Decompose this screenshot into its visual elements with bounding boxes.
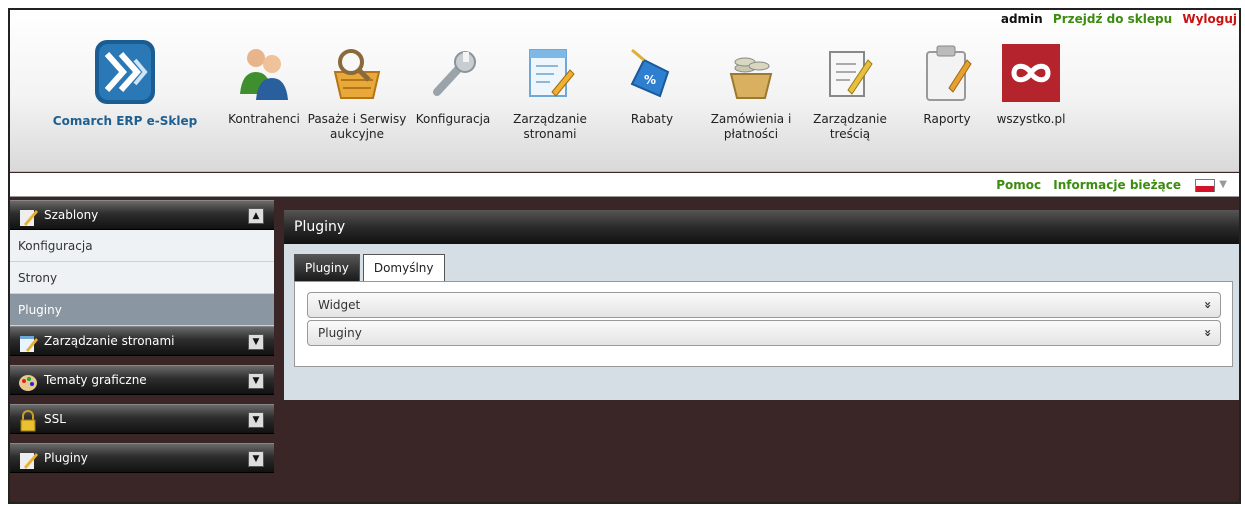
nav-label: Konfiguracja bbox=[415, 112, 491, 126]
clipboard-icon bbox=[919, 42, 975, 104]
expand-toggle-icon[interactable]: ▼ bbox=[248, 451, 264, 467]
info-bar: Pomoc Informacje bieżące ▼ bbox=[10, 173, 1239, 197]
pl-flag-icon[interactable] bbox=[1195, 179, 1215, 192]
news-link[interactable]: Informacje bieżące bbox=[1053, 178, 1181, 192]
logo-caption: Comarch ERP e-Sklep bbox=[52, 114, 198, 128]
document-pencil-icon bbox=[822, 42, 878, 104]
sidebar: Szablony ▲ Konfiguracja Strony Pluginy Z… bbox=[10, 200, 274, 473]
page-edit-icon bbox=[522, 42, 578, 104]
page-title: Pluginy bbox=[284, 210, 1239, 244]
sidebar-section-pluginy[interactable]: Pluginy ▼ bbox=[10, 443, 274, 473]
infinity-logo-icon bbox=[1002, 42, 1060, 104]
tab-pluginy[interactable]: Pluginy bbox=[294, 254, 360, 282]
tab-domyslny[interactable]: Domyślny bbox=[362, 254, 445, 282]
sidebar-section-szablony[interactable]: Szablony ▲ bbox=[10, 200, 274, 230]
comarch-logo-icon bbox=[93, 38, 157, 106]
users-icon bbox=[236, 42, 292, 104]
nav-kontrahenci[interactable]: Kontrahenci bbox=[219, 42, 309, 127]
nav-wszystko[interactable]: wszystko.pl bbox=[988, 42, 1074, 127]
sidebar-item-strony[interactable]: Strony bbox=[10, 262, 274, 294]
top-header: admin Przejdź do sklepu Wyloguj Comarch … bbox=[10, 10, 1239, 172]
expand-toggle-icon[interactable]: ▼ bbox=[248, 412, 264, 428]
main-panel: Pluginy Pluginy Domyślny Widget » Plugin… bbox=[284, 210, 1239, 400]
sidebar-section-zarzadzanie-stronami[interactable]: Zarządzanie stronami ▼ bbox=[10, 326, 274, 356]
nav-zarzadzanie-trescia[interactable]: Zarządzanie treścią bbox=[805, 42, 895, 142]
nav-label: Raporty bbox=[923, 112, 971, 126]
section-title: Tematy graficzne bbox=[44, 373, 147, 387]
info-links: Pomoc Informacje bieżące bbox=[988, 178, 1181, 192]
nav-label: Zarządzanie treścią bbox=[813, 112, 887, 141]
section-title: SSL bbox=[44, 412, 66, 426]
szablony-submenu: Konfiguracja Strony Pluginy bbox=[10, 230, 274, 326]
nav-raporty[interactable]: Raporty bbox=[902, 42, 992, 127]
sidebar-item-pluginy[interactable]: Pluginy bbox=[10, 294, 274, 326]
expand-toggle-icon[interactable]: ▼ bbox=[248, 334, 264, 350]
sidebar-section-ssl[interactable]: SSL ▼ bbox=[10, 404, 274, 434]
wrench-icon bbox=[425, 42, 481, 104]
user-links: admin Przejdź do sklepu Wyloguj bbox=[995, 12, 1237, 26]
nav-label: Kontrahenci bbox=[228, 112, 300, 126]
tab-panel: Widget » Pluginy » bbox=[294, 281, 1233, 367]
logout-link[interactable]: Wyloguj bbox=[1182, 12, 1237, 26]
comarch-logo[interactable]: Comarch ERP e-Sklep bbox=[50, 38, 200, 128]
go-to-store-link[interactable]: Przejdź do sklepu bbox=[1053, 12, 1172, 26]
palette-icon bbox=[18, 371, 38, 393]
accordion-widget[interactable]: Widget » bbox=[307, 292, 1221, 318]
nav-label: Rabaty bbox=[630, 112, 674, 126]
accordion-label: Widget bbox=[318, 298, 361, 312]
svg-text:%: % bbox=[644, 73, 656, 87]
coins-basket-icon bbox=[723, 42, 779, 104]
expand-toggle-icon[interactable]: ▼ bbox=[248, 373, 264, 389]
nav-zarzadzanie-stronami[interactable]: Zarządzanie stronami bbox=[505, 42, 595, 142]
section-title: Pluginy bbox=[44, 451, 88, 465]
sidebar-item-konfiguracja[interactable]: Konfiguracja bbox=[10, 230, 274, 262]
nav-label: wszystko.pl bbox=[996, 112, 1066, 126]
pencil-note-icon bbox=[18, 206, 38, 228]
nav-label: Pasaże i Serwisy aukcyjne bbox=[307, 112, 407, 141]
page-edit-icon bbox=[18, 332, 38, 354]
padlock-icon bbox=[18, 410, 38, 432]
tab-bar: Pluginy Domyślny bbox=[294, 254, 448, 282]
username: admin bbox=[1000, 12, 1043, 26]
shopping-basket-icon bbox=[329, 42, 385, 104]
collapse-toggle-icon[interactable]: ▲ bbox=[248, 208, 264, 224]
double-chevron-down-icon[interactable]: » bbox=[1196, 301, 1220, 309]
help-link[interactable]: Pomoc bbox=[996, 178, 1041, 192]
app-window: admin Przejdź do sklepu Wyloguj Comarch … bbox=[8, 8, 1241, 504]
sidebar-section-tematy-graficzne[interactable]: Tematy graficzne ▼ bbox=[10, 365, 274, 395]
nav-label: Zarządzanie stronami bbox=[513, 112, 587, 141]
nav-konfiguracja[interactable]: Konfiguracja bbox=[408, 42, 498, 127]
nav-rabaty[interactable]: % Rabaty bbox=[607, 42, 697, 127]
nav-label: Zamówienia i płatności bbox=[710, 112, 792, 141]
nav-pasaze[interactable]: Pasaże i Serwisy aukcyjne bbox=[303, 42, 411, 142]
price-tag-icon: % bbox=[624, 42, 680, 104]
section-title: Szablony bbox=[44, 208, 99, 222]
nav-zamowienia[interactable]: Zamówienia i płatności bbox=[698, 42, 804, 142]
chevron-down-icon[interactable]: ▼ bbox=[1219, 179, 1227, 190]
pencil-note-icon bbox=[18, 449, 38, 471]
section-title: Zarządzanie stronami bbox=[44, 334, 175, 348]
accordion-label: Pluginy bbox=[318, 326, 362, 340]
accordion-pluginy[interactable]: Pluginy » bbox=[307, 320, 1221, 346]
double-chevron-down-icon[interactable]: » bbox=[1196, 329, 1220, 337]
